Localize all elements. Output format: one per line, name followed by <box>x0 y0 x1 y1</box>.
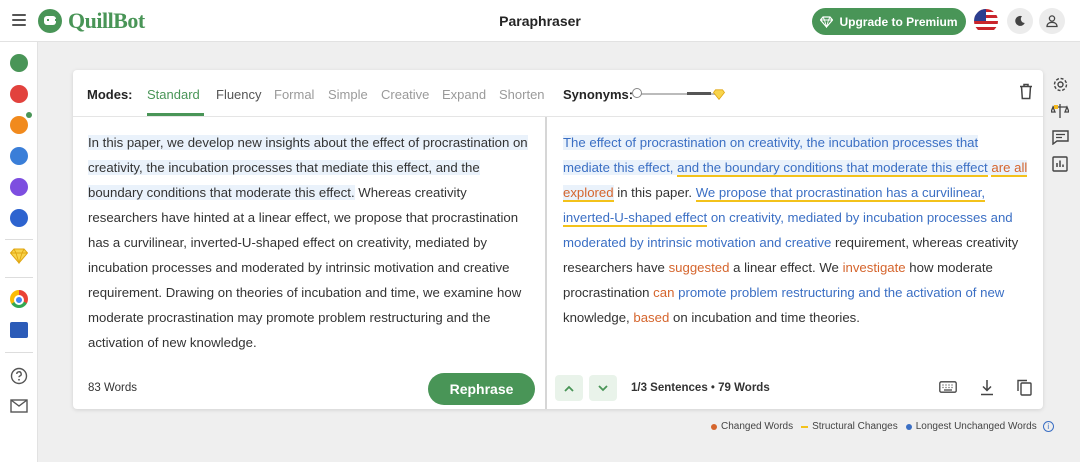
synonyms-slider-knob[interactable] <box>632 88 642 98</box>
legend-longest-unchanged: Longest Unchanged Words <box>905 421 1037 432</box>
legend-label: Longest Unchanged Words <box>915 421 1037 432</box>
gem-icon <box>820 15 834 28</box>
output-segment: a linear effect. We <box>729 260 843 275</box>
header-divider <box>73 116 1043 117</box>
orange-dot-icon <box>711 423 717 430</box>
info-icon[interactable]: i <box>1042 421 1054 432</box>
blue-dot-icon <box>905 423 912 430</box>
mode-formal[interactable]: Formal <box>274 87 314 102</box>
statistics-icon[interactable] <box>1050 154 1070 174</box>
slider-premium-range <box>687 92 711 95</box>
premium-gem-icon[interactable] <box>9 248 29 269</box>
dark-mode-toggle[interactable] <box>1007 8 1033 34</box>
word-addin-icon[interactable] <box>10 322 28 338</box>
output-stats: 1/3 Sentences • 79 Words <box>631 382 770 394</box>
grammar-checker-icon[interactable] <box>10 85 28 103</box>
mode-standard[interactable]: Standard <box>147 87 200 102</box>
sidebar-divider <box>5 277 33 278</box>
legend-label: Structural Changes <box>812 421 898 432</box>
input-word-count: 83 Words <box>88 382 138 394</box>
mode-fluency[interactable]: Fluency <box>216 87 262 102</box>
output-segment[interactable]: promote problem restructuring and the ac… <box>678 285 1004 300</box>
next-sentence-button[interactable] <box>589 375 617 401</box>
copy-icon[interactable] <box>1014 377 1034 397</box>
paraphraser-history-icon[interactable] <box>1050 127 1070 147</box>
output-segment[interactable]: can <box>653 285 674 300</box>
moon-icon <box>1015 15 1025 26</box>
summarizer-icon[interactable] <box>10 178 28 196</box>
premium-gem-icon <box>712 87 726 105</box>
legend-changed-words: Changed Words <box>711 421 793 432</box>
app-name[interactable]: QuillBot <box>68 8 145 34</box>
mode-expand[interactable]: Expand <box>442 87 486 102</box>
compare-modes-icon[interactable] <box>1050 101 1070 121</box>
top-bar: QuillBot Paraphraser Upgrade to Premium <box>0 0 1080 42</box>
ai-detector-icon[interactable] <box>10 116 28 134</box>
mode-simple[interactable]: Simple <box>328 87 368 102</box>
output-segment: knowledge, <box>563 310 634 325</box>
us-flag-icon[interactable] <box>974 9 998 33</box>
user-icon <box>1046 15 1058 28</box>
stats-separator: • <box>710 382 715 394</box>
yellow-dash-icon <box>801 425 809 428</box>
output-segment[interactable]: suggested <box>669 260 730 275</box>
co-writer-icon[interactable] <box>10 147 28 165</box>
citation-generator-icon[interactable] <box>10 209 28 227</box>
legend-label: Changed Words <box>721 421 794 432</box>
chevron-up-icon <box>564 385 574 392</box>
rephrase-button[interactable]: Rephrase <box>428 373 535 405</box>
mail-icon[interactable] <box>10 399 28 418</box>
chrome-center <box>14 295 24 305</box>
output-segment: on incubation and time theories. <box>669 310 860 325</box>
synonyms-label: Synonyms: <box>563 87 634 102</box>
input-text[interactable]: In this paper, we develop new insights a… <box>88 130 533 355</box>
account-button[interactable] <box>1039 8 1065 34</box>
upgrade-label: Upgrade to Premium <box>839 14 958 29</box>
delete-icon[interactable] <box>1019 83 1035 101</box>
output-text[interactable]: The effect of procrastination on creativ… <box>563 130 1028 330</box>
sidebar-divider <box>5 352 33 353</box>
menu-icon[interactable] <box>12 14 26 26</box>
mode-shorten[interactable]: Shorten <box>499 87 545 102</box>
output-word-count: 79 Words <box>718 382 770 394</box>
panel-divider[interactable] <box>545 117 547 409</box>
sidebar-divider <box>5 239 33 240</box>
output-segment: in this paper. <box>613 185 693 200</box>
output-segment[interactable]: investigate <box>843 260 906 275</box>
settings-icon[interactable] <box>1050 74 1070 94</box>
help-icon[interactable] <box>10 367 28 390</box>
input-remaining-text: Whereas creativity researchers have hint… <box>88 185 522 350</box>
paraphraser-card: Modes: Standard Fluency Formal Simple Cr… <box>73 70 1043 409</box>
paraphraser-icon[interactable] <box>10 54 28 72</box>
download-icon[interactable] <box>977 377 997 397</box>
left-sidebar <box>0 42 38 462</box>
sentence-count: 1/3 Sentences <box>631 382 708 394</box>
highlight-legend: Changed Words Structural Changes Longest… <box>711 421 1054 432</box>
upgrade-button[interactable]: Upgrade to Premium <box>812 8 966 35</box>
previous-sentence-button[interactable] <box>555 375 583 401</box>
output-segment[interactable]: and the boundary conditions that moderat… <box>677 160 988 177</box>
modes-label: Modes: <box>87 87 133 102</box>
quillbot-logo-icon[interactable] <box>38 9 62 33</box>
keyboard-icon[interactable] <box>938 377 958 397</box>
mode-creative[interactable]: Creative <box>381 87 429 102</box>
output-segment[interactable]: based <box>633 310 669 325</box>
chevron-down-icon <box>598 384 608 391</box>
new-badge <box>26 112 32 118</box>
legend-structural-changes: Structural Changes <box>801 421 898 432</box>
